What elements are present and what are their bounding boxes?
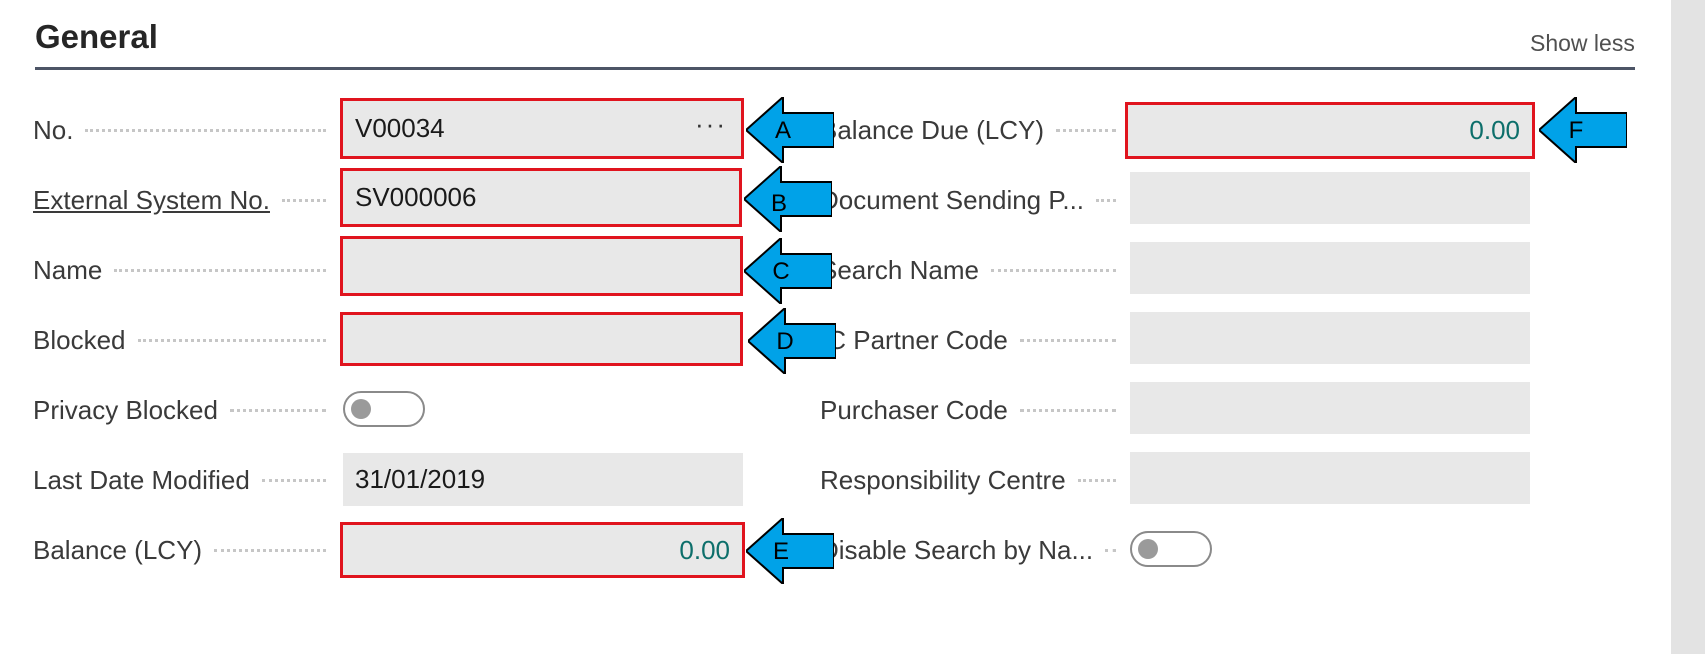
toggle-knob [1138, 539, 1158, 559]
callout-label-c: C [772, 258, 790, 285]
toggle-knob [351, 399, 371, 419]
show-less-link[interactable]: Show less [1530, 30, 1635, 57]
label-balance-lcy: Balance (LCY) [33, 522, 340, 578]
no-field[interactable]: V00034 ··· [340, 98, 744, 159]
label-blocked: Blocked [33, 312, 340, 368]
label-no: No. [33, 102, 340, 158]
label-last-date-modified: Last Date Modified [33, 452, 340, 508]
responsibility-centre-field[interactable] [1130, 452, 1530, 504]
purchaser-code-field[interactable] [1130, 382, 1530, 434]
label-privacy-blocked: Privacy Blocked [33, 382, 340, 438]
privacy-blocked-toggle[interactable] [343, 391, 425, 427]
callout-label-b: B [770, 190, 787, 217]
label-search-name: Search Name [820, 242, 1130, 298]
balance-lcy-field[interactable]: 0.00 [340, 522, 745, 578]
scroll-up-icon[interactable]: ^ [1682, 0, 1690, 10]
section-title: General [35, 18, 158, 55]
name-field[interactable] [340, 236, 743, 296]
section-divider [35, 67, 1635, 70]
label-ic-partner-code: IC Partner Code [820, 312, 1130, 368]
external-system-no-field[interactable]: SV000006 [340, 168, 742, 227]
label-name: Name [33, 242, 340, 298]
label-purchaser-code: Purchaser Code [820, 382, 1130, 438]
label-external-system-no[interactable]: External System No. [33, 172, 340, 228]
vertical-scrollbar[interactable] [1671, 0, 1705, 654]
label-balance-due-lcy: Balance Due (LCY) [820, 102, 1130, 158]
callout-label-d: D [776, 328, 794, 355]
callout-label-f: F [1568, 117, 1584, 144]
ic-partner-code-field[interactable] [1130, 312, 1530, 364]
disable-search-by-name-toggle[interactable] [1130, 531, 1212, 567]
callout-label-a: A [774, 117, 791, 144]
balance-due-lcy-field[interactable]: 0.00 [1125, 102, 1535, 159]
label-responsibility-centre: Responsibility Centre [820, 452, 1130, 508]
document-sending-profile-field[interactable] [1130, 172, 1530, 224]
label-document-sending-profile: Document Sending P... [820, 172, 1130, 228]
blocked-field[interactable] [340, 312, 743, 366]
label-disable-search-by-name: Disable Search by Na... [820, 522, 1130, 578]
ellipsis-icon[interactable]: ··· [695, 109, 727, 140]
last-date-modified-field: 31/01/2019 [343, 453, 743, 506]
search-name-field[interactable] [1130, 242, 1530, 294]
callout-label-e: E [772, 538, 789, 565]
